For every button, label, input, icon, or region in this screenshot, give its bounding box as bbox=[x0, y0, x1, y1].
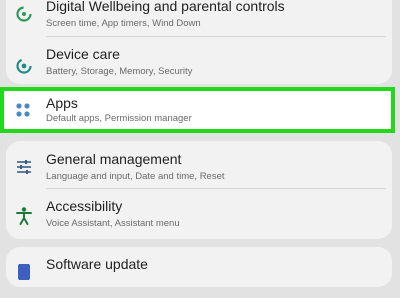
device-care-title: Device care bbox=[46, 46, 120, 62]
apps-icon bbox=[13, 100, 33, 120]
settings-card-middle: General management Language and input, D… bbox=[6, 141, 392, 239]
device-care-subtitle: Battery, Storage, Memory, Security bbox=[46, 66, 193, 77]
settings-item-digital-wellbeing[interactable]: Digital Wellbeing and parental controls … bbox=[6, 0, 392, 40]
settings-item-general-management[interactable]: General management Language and input, D… bbox=[6, 149, 392, 193]
settings-item-device-care[interactable]: Device care Battery, Storage, Memory, Se… bbox=[6, 44, 392, 88]
sliders-icon bbox=[14, 157, 34, 177]
accessibility-icon bbox=[14, 206, 34, 226]
wellbeing-icon bbox=[14, 4, 34, 24]
software-update-icon bbox=[14, 262, 34, 282]
settings-card-bottom: Software update bbox=[6, 247, 392, 287]
divider bbox=[46, 188, 386, 189]
settings-item-apps[interactable]: Apps Default apps, Permission manager bbox=[0, 87, 395, 133]
general-management-title: General management bbox=[46, 151, 182, 167]
settings-item-accessibility[interactable]: Accessibility Voice Assistant, Assistant… bbox=[6, 196, 392, 240]
settings-item-software-update[interactable]: Software update bbox=[6, 254, 392, 298]
wellbeing-subtitle: Screen time, App timers, Wind Down bbox=[46, 18, 201, 29]
accessibility-title: Accessibility bbox=[46, 198, 123, 214]
software-update-title: Software update bbox=[46, 256, 148, 272]
wellbeing-title: Digital Wellbeing and parental controls bbox=[46, 0, 285, 14]
divider bbox=[46, 36, 386, 37]
apps-title: Apps bbox=[46, 95, 78, 111]
settings-card-top: Digital Wellbeing and parental controls … bbox=[6, 0, 392, 84]
device-care-icon bbox=[14, 56, 34, 76]
accessibility-subtitle: Voice Assistant, Assistant menu bbox=[46, 218, 180, 229]
general-management-subtitle: Language and input, Date and time, Reset bbox=[46, 171, 225, 182]
apps-subtitle: Default apps, Permission manager bbox=[46, 113, 192, 124]
